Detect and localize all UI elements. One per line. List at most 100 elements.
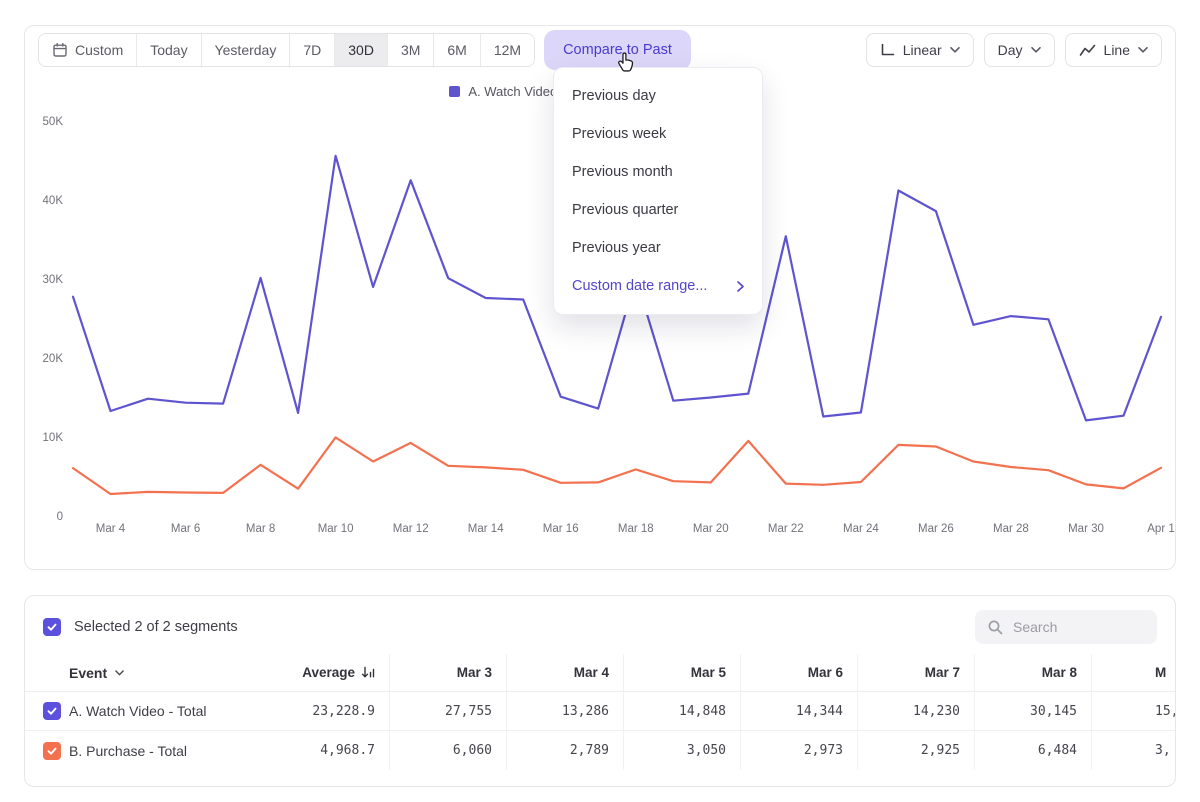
column-header-mar-6: Mar 6 [741,654,858,691]
svg-text:20K: 20K [43,353,64,365]
svg-text:Mar 12: Mar 12 [393,523,429,535]
svg-text:Mar 18: Mar 18 [618,523,654,535]
compare-menu: Previous dayPrevious weekPrevious monthP… [553,67,763,315]
svg-text:40K: 40K [43,195,64,207]
column-header-event[interactable]: Event [25,665,273,681]
chevron-down-icon [115,670,124,676]
sort-icon [361,666,375,679]
legend-swatch [449,86,460,97]
segments-table: EventAverageMar 3Mar 4Mar 5Mar 6Mar 7Mar… [25,654,1175,770]
svg-text:Mar 20: Mar 20 [693,523,729,535]
row-checkbox[interactable] [43,742,61,760]
segments-table-card: Selected 2 of 2 segments EventAverageMar… [24,595,1176,787]
value-cell: 14,230 [858,692,975,730]
svg-text:Mar 26: Mar 26 [918,523,954,535]
value-cell: 2,973 [741,731,858,770]
compare-to-past-button[interactable]: Compare to Past [547,33,688,67]
value-cell: 3,050 [624,731,741,770]
scale-label: Linear [903,42,942,58]
svg-text:Mar 22: Mar 22 [768,523,804,535]
event-header-label: Event [69,665,107,681]
chart-type-label: Line [1104,42,1130,58]
chevron-down-icon [950,47,960,53]
value-cell: 13,286 [507,692,624,730]
table-header-row: EventAverageMar 3Mar 4Mar 5Mar 6Mar 7Mar… [25,654,1175,692]
svg-text:Apr 1: Apr 1 [1147,523,1175,535]
menu-item-previous-quarter[interactable]: Previous quarter [554,191,762,229]
value-cell: 3, [1092,731,1176,770]
value-cell: 27,755 [390,692,507,730]
svg-text:Mar 8: Mar 8 [246,523,275,535]
column-header-mar-5: Mar 5 [624,654,741,691]
value-cell: 30,145 [975,692,1092,730]
value-cell: 14,344 [741,692,858,730]
svg-text:30K: 30K [43,274,64,286]
range-today-button[interactable]: Today [137,34,201,66]
menu-item-custom-date-range[interactable]: Custom date range... [554,267,762,305]
chevron-right-icon [737,281,744,292]
svg-text:Mar 4: Mar 4 [96,523,126,535]
row-label-cell: A. Watch Video - Total [25,702,273,720]
granularity-label: Day [998,42,1023,58]
row-label-cell: B. Purchase - Total [25,742,273,760]
column-header-mar-4: Mar 4 [507,654,624,691]
date-range-group: CustomTodayYesterday7D30D3M6M12M [38,33,535,67]
svg-text:Mar 24: Mar 24 [843,523,879,535]
range-6m-button[interactable]: 6M [434,34,480,66]
granularity-select[interactable]: Day [984,33,1055,67]
value-cell: 23,228.9 [273,692,390,730]
check-icon [46,621,58,633]
svg-text:Mar 10: Mar 10 [318,523,354,535]
menu-item-previous-month[interactable]: Previous month [554,153,762,191]
row-label: A. Watch Video - Total [69,703,206,719]
search-input[interactable] [1013,619,1138,635]
value-cell: 6,060 [390,731,507,770]
check-icon [46,745,58,757]
table-row-b-purchase-total[interactable]: B. Purchase - Total 4,968.76,0602,7893,05… [25,731,1175,770]
linear-scale-icon [880,43,895,57]
search-box [975,610,1157,644]
range-3m-button[interactable]: 3M [388,34,434,66]
range-yesterday-button[interactable]: Yesterday [202,34,291,66]
menu-item-previous-year[interactable]: Previous year [554,229,762,267]
custom-date-range-label: Custom date range... [572,278,707,294]
svg-text:10K: 10K [43,432,64,444]
chart-type-select[interactable]: Line [1065,33,1162,67]
column-header-mar-7: Mar 7 [858,654,975,691]
value-cell: 15, [1092,692,1176,730]
calendar-icon [52,42,68,58]
column-header-mar-3: Mar 3 [390,654,507,691]
select-all-checkbox[interactable] [43,618,61,636]
row-checkbox[interactable] [43,702,61,720]
chart-card: CustomTodayYesterday7D30D3M6M12M Compare… [24,25,1176,570]
svg-text:Mar 6: Mar 6 [171,523,200,535]
svg-text:0: 0 [57,511,63,523]
svg-text:Mar 30: Mar 30 [1068,523,1104,535]
value-cell: 4,968.7 [273,731,390,770]
range-12m-button[interactable]: 12M [481,34,534,66]
svg-text:50K: 50K [43,116,64,128]
table-row-a-watch-video-total[interactable]: A. Watch Video - Total 23,228.927,75513,2… [25,692,1175,731]
menu-item-previous-week[interactable]: Previous week [554,115,762,153]
column-header-average[interactable]: Average [273,654,390,691]
row-label: B. Purchase - Total [69,743,187,759]
value-cell: 2,789 [507,731,624,770]
range-30d-button[interactable]: 30D [335,34,388,66]
check-icon [46,705,58,717]
svg-text:Mar 16: Mar 16 [543,523,579,535]
line-chart-icon [1079,44,1096,57]
menu-item-previous-day[interactable]: Previous day [554,77,762,115]
chevron-down-icon [1138,47,1148,53]
selected-count-label: Selected 2 of 2 segments [74,619,238,635]
range-7d-button[interactable]: 7D [290,34,335,66]
column-header-m: M [1092,654,1176,691]
value-cell: 14,848 [624,692,741,730]
svg-text:Mar 14: Mar 14 [468,523,504,535]
chart-options-group: Linear Day Line [866,33,1162,67]
value-cell: 6,484 [975,731,1092,770]
range-custom-button[interactable]: Custom [39,34,137,66]
table-toolbar: Selected 2 of 2 segments [25,596,1175,654]
svg-text:Mar 28: Mar 28 [993,523,1029,535]
value-cell: 2,925 [858,731,975,770]
scale-select[interactable]: Linear [866,33,974,67]
